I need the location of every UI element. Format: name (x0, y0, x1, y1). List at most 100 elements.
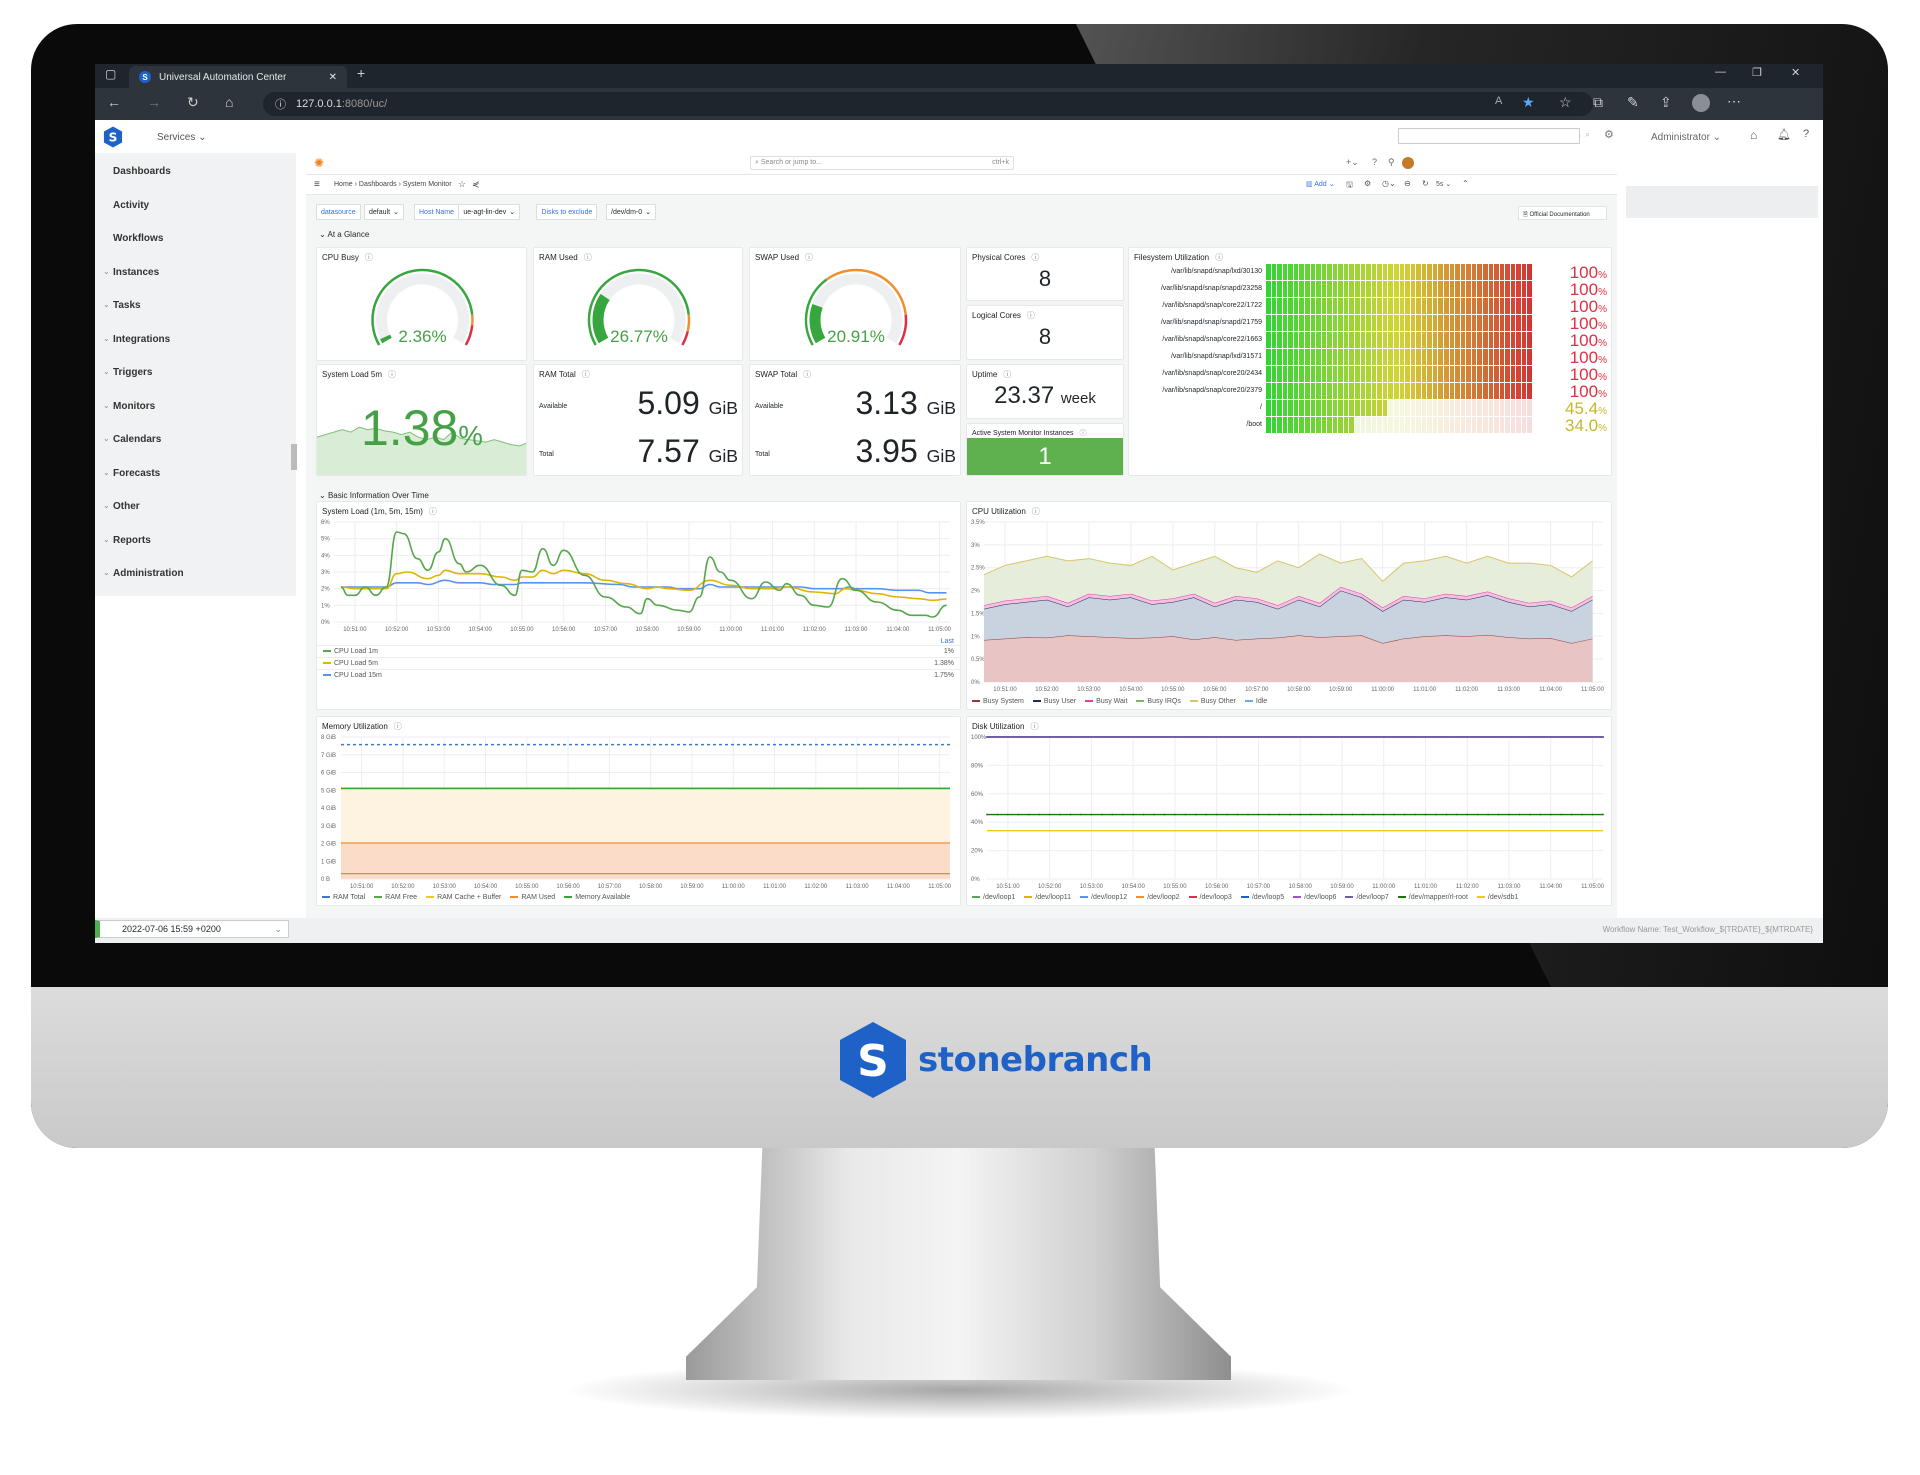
info-icon[interactable]: ⓘ (1215, 253, 1223, 262)
info-icon[interactable]: ⓘ (394, 722, 402, 731)
legend-item[interactable]: Busy User (1032, 698, 1076, 705)
legend-item[interactable]: RAM Total (322, 894, 365, 901)
services-menu[interactable]: Services ⌄ (157, 132, 207, 143)
legend-item[interactable]: /dev/loop3 (1188, 894, 1232, 901)
legend-last-header[interactable]: Last (941, 638, 954, 645)
legend-item[interactable]: RAM Used (510, 894, 555, 901)
maximize-icon[interactable]: ❐ (1752, 66, 1762, 79)
sidebar-item-tasks[interactable]: ⌄ Tasks (95, 297, 295, 317)
grafana-avatar[interactable] (1402, 157, 1414, 169)
sidebar-item-reports[interactable]: ⌄ Reports (95, 532, 295, 552)
legend-row[interactable]: CPU Load 1m 1% (317, 645, 960, 655)
info-icon[interactable]: ⓘ (582, 370, 590, 379)
close-window-icon[interactable]: ✕ (1791, 66, 1800, 79)
legend-item[interactable]: RAM Free (374, 894, 417, 901)
new-menu-icon[interactable]: +⌄ (1346, 157, 1359, 168)
legend-item[interactable]: /dev/loop6 (1293, 894, 1336, 901)
info-icon[interactable]: ⓘ (388, 370, 396, 379)
read-aloud-icon[interactable]: A (1495, 95, 1502, 107)
legend-item[interactable]: Busy Wait (1085, 698, 1127, 705)
sidebar-item-dashboards[interactable]: Dashboards (95, 163, 295, 183)
info-icon[interactable]: ⓘ (1031, 253, 1039, 262)
refresh-icon[interactable]: ↻ (1422, 179, 1429, 188)
browser-tab[interactable]: S Universal Automation Center ✕ (129, 66, 347, 88)
profile-avatar[interactable] (1692, 94, 1710, 112)
info-icon[interactable]: ⓘ (805, 253, 813, 262)
app-logo-icon[interactable]: S (103, 126, 123, 148)
legend-row[interactable]: CPU Load 15m 1.75% (317, 669, 960, 679)
legend-item[interactable]: Busy Other (1189, 698, 1236, 705)
breadcrumb-home[interactable]: Home (334, 181, 353, 188)
home-icon[interactable]: ⌂ (225, 94, 233, 110)
sidebar-item-monitors[interactable]: ⌄ Monitors (95, 398, 295, 418)
legend-item[interactable]: /dev/mapper/rl-root (1397, 894, 1468, 901)
info-icon[interactable]: ⓘ (365, 253, 373, 262)
legend-item[interactable]: /dev/loop11 (1024, 894, 1071, 901)
bell-icon[interactable]: 🔔︎ (1777, 128, 1791, 141)
zoom-out-icon[interactable]: ⊖ (1404, 179, 1411, 188)
collections-icon[interactable]: ⧉ (1593, 94, 1603, 111)
legend-item[interactable]: Idle (1244, 698, 1267, 705)
breadcrumb-system-monitor[interactable]: System Monitor (403, 181, 452, 188)
date-selector[interactable]: 2022-07-06 15:59 +0200 ⌄ (95, 920, 289, 938)
legend-item[interactable]: Busy System (972, 698, 1024, 705)
app-search-input[interactable] (1398, 128, 1580, 144)
legend-item[interactable]: Busy IRQs (1136, 698, 1181, 705)
legend-item[interactable]: /dev/loop1 (972, 894, 1015, 901)
legend-item[interactable]: RAM Cache + Buffer (426, 894, 501, 901)
refresh-interval-select[interactable]: 5s ⌄ (1436, 180, 1451, 188)
legend-item[interactable]: /dev/sdb1 (1476, 894, 1518, 901)
info-icon[interactable]: ⓘ (1027, 311, 1035, 320)
reload-icon[interactable]: ↻ (187, 94, 199, 111)
star-icon[interactable]: ☆ (458, 179, 466, 190)
sidebar-item-other[interactable]: ⌄ Other (95, 498, 295, 518)
info-icon[interactable]: ⓘ (803, 370, 811, 379)
help-icon[interactable]: ? (1803, 128, 1809, 140)
add-button[interactable]: ▥ Add ⌄ (1306, 180, 1334, 188)
sidebar-item-instances[interactable]: ⌄ Instances (95, 264, 295, 284)
url-input[interactable]: ⓘ 127.0.0.1:8080/uc/ (263, 92, 1593, 116)
favorites-icon[interactable]: ☆ (1559, 94, 1572, 111)
time-picker-icon[interactable]: ◷⌄ (1382, 179, 1396, 188)
info-icon[interactable]: ⓘ (1003, 370, 1011, 379)
variable-select[interactable]: ue-agt-lin-dev ⌄ (458, 204, 521, 220)
help-icon[interactable]: ? (1372, 157, 1377, 167)
sidebar-item-activity[interactable]: Activity (95, 197, 295, 217)
minimize-icon[interactable]: — (1715, 66, 1726, 78)
sidebar-collapse-handle[interactable] (291, 444, 297, 470)
legend-item[interactable]: /dev/loop12 (1080, 894, 1127, 901)
search-icon[interactable]: ⌕ (1585, 129, 1590, 140)
site-info-icon[interactable]: ⓘ (275, 96, 286, 112)
new-tab-icon[interactable]: + (357, 65, 365, 81)
home-icon[interactable]: ⌂ (1750, 128, 1757, 142)
sidebar-item-workflows[interactable]: Workflows (95, 230, 295, 250)
tab-actions-icon[interactable]: ▢ (105, 67, 116, 81)
sidebar-item-triggers[interactable]: ⌄ Triggers (95, 364, 295, 384)
legend-item[interactable]: Memory Available (564, 894, 630, 901)
sidebar-item-administration[interactable]: ⌄ Administration (95, 565, 295, 585)
settings-icon[interactable]: ⚙ (1364, 179, 1371, 188)
info-icon[interactable]: ⓘ (429, 507, 437, 516)
info-icon[interactable]: ⓘ (1030, 722, 1038, 731)
breadcrumb-dashboards[interactable]: Dashboards (359, 181, 397, 188)
sidebar-item-forecasts[interactable]: ⌄ Forecasts (95, 465, 295, 485)
gear-icon[interactable]: ⚙ (1604, 128, 1614, 141)
grafana-search-input[interactable]: ⌕ Search or jump to... ctrl+k (750, 156, 1014, 170)
legend-item[interactable]: /dev/loop5 (1240, 894, 1284, 901)
collapse-icon[interactable]: ⌃ (1462, 179, 1469, 188)
row-header-at-a-glance[interactable]: ⌄ At a Glance (319, 230, 369, 239)
legend-item[interactable]: /dev/loop2 (1136, 894, 1180, 901)
more-menu-icon[interactable]: ⋯ (1727, 93, 1741, 110)
legend-item[interactable]: /dev/loop7 (1345, 894, 1389, 901)
grafana-logo-icon[interactable]: ✺ (314, 156, 324, 170)
official-documentation-button[interactable]: 🗎 Official Documentation (1518, 206, 1607, 220)
save-icon[interactable]: 🖫︎ (1346, 179, 1353, 193)
sidebar-item-calendars[interactable]: ⌄ Calendars (95, 431, 295, 451)
legend-row[interactable]: CPU Load 5m 1.38% (317, 657, 960, 667)
info-icon[interactable]: ⓘ (584, 253, 592, 262)
share-icon[interactable]: ⇪ (1660, 94, 1672, 111)
info-icon[interactable]: ⓘ (1080, 430, 1087, 437)
info-icon[interactable]: ⓘ (1032, 507, 1040, 516)
close-tab-icon[interactable]: ✕ (329, 72, 337, 83)
row-header-basic-info[interactable]: ⌄ Basic Information Over Time (319, 491, 429, 500)
